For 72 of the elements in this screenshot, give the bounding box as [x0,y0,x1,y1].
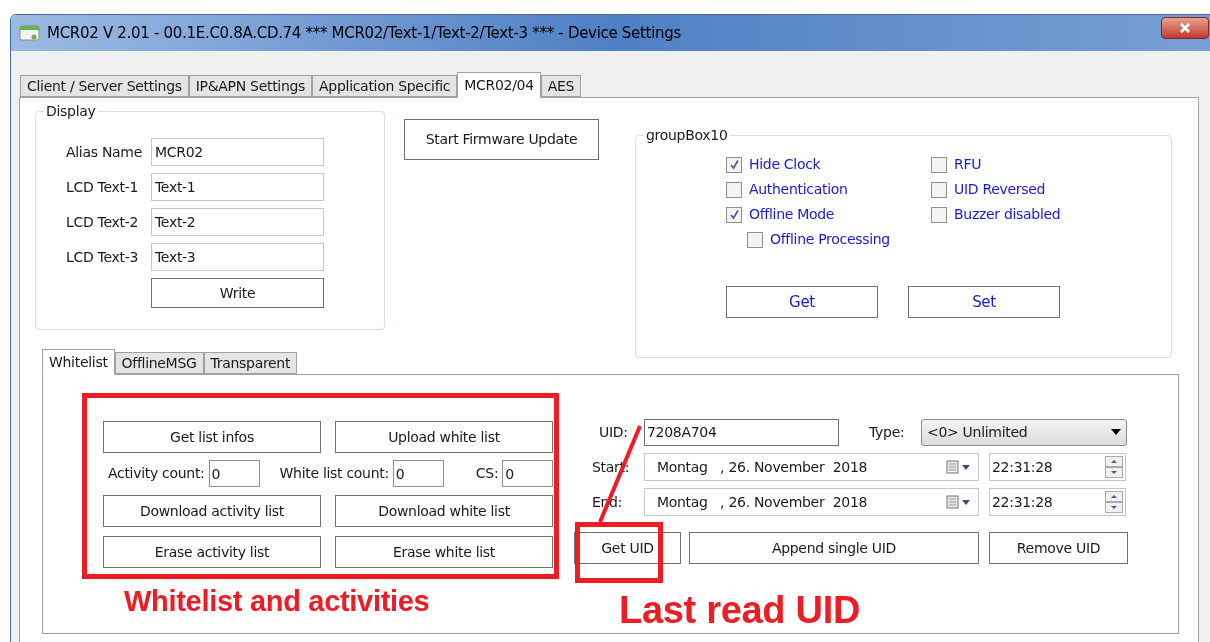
list-button[interactable]: Download activity list [103,495,321,527]
tab[interactable]: Client / Server Settings [20,75,189,97]
text-field[interactable]: Text-3 [151,243,324,271]
group-button[interactable]: Get [726,286,878,318]
checkbox-label: RFU [954,155,982,174]
count-field[interactable]: 0 [208,460,260,487]
text-field[interactable]: Text-2 [151,208,324,236]
field-label: LCD Text-3 [65,247,140,267]
count-field[interactable]: 0 [392,460,444,487]
calendar-icon [946,495,972,509]
checkbox[interactable] [931,206,947,223]
count-field[interactable]: 0 [502,460,554,487]
checkbox[interactable] [747,231,763,248]
list-button[interactable]: Erase activity list [103,536,321,568]
check-icon [728,209,740,220]
checkbox[interactable] [931,181,947,198]
write-button[interactable]: Write [151,278,324,308]
checkbox-label: Offline Mode [749,205,835,224]
window-icon [19,24,41,42]
tab[interactable]: MCR02/04 [457,72,541,98]
sub-tab[interactable]: OfflineMSG [114,352,204,374]
checkbox-label: Authentication [749,180,848,199]
dropdown-caret-icon [1111,429,1121,435]
calendar-icon [946,460,972,474]
field-label: LCD Text-2 [65,212,140,232]
group-button[interactable]: Set [908,286,1060,318]
checkbox[interactable] [931,156,947,173]
uid-button[interactable]: Get UID [574,532,681,564]
tab[interactable]: AES [540,75,582,97]
time-field[interactable]: 22:31:28 [989,488,1126,516]
type-dropdown[interactable]: <0> Unlimited [921,418,1127,446]
spinner-icon [1105,491,1123,513]
time-field[interactable]: 22:31:28 [989,453,1126,481]
list-button[interactable]: Get list infos [103,421,321,453]
field-label: UID: [598,422,629,442]
group-title: groupBox10 [645,126,729,145]
text-field[interactable]: MCR02 [151,138,324,166]
uid-button[interactable]: Remove UID [989,532,1128,564]
field-label: LCD Text-1 [65,177,140,197]
field-label: Alias Name [65,142,143,162]
uid-button[interactable]: Append single UID [689,532,979,564]
checkbox-label: Buzzer disabled [954,205,1061,224]
text-field[interactable]: Text-1 [151,173,324,201]
firmware-update-button[interactable]: Start Firmware Update [404,119,599,160]
list-button[interactable]: Upload white list [335,421,553,453]
checkbox-label: Offline Processing [770,230,890,249]
count-label: Activity count: [108,464,205,483]
group-title: Display [45,102,97,121]
sub-tab[interactable]: Transparent [203,352,298,374]
checkbox-label: Hide Clock [749,155,821,174]
count-label: White list count: [279,464,389,483]
date-picker[interactable]: Montag , 26. November 2018 [644,453,979,481]
tab[interactable]: Application Specific [312,75,458,97]
spinner-icon [1105,456,1123,478]
checkbox[interactable] [726,206,742,223]
field-label: Type: [869,422,906,442]
close-button[interactable] [1161,17,1209,39]
window-title: MCR02 V 2.01 - 00.1E.C0.8A.CD.74 *** MCR02/Text-1/Text-2/Text-3 *** - Device Settings [47,22,681,44]
checkbox[interactable] [726,181,742,198]
count-label: CS: [475,464,499,483]
sub-tab[interactable]: Whitelist [42,349,115,375]
checkbox[interactable] [726,156,742,173]
annotation-caption: Whitelist and activities [124,584,430,619]
check-icon [728,159,740,170]
list-button[interactable]: Download white list [335,495,553,527]
list-button[interactable]: Erase white list [335,536,553,568]
date-picker[interactable]: Montag , 26. November 2018 [644,488,979,516]
tab[interactable]: IP&APN Settings [188,75,313,97]
annotation-caption: Last read UID [619,588,861,633]
checkbox-label: UID Reversed [954,180,1046,199]
uid-field[interactable]: 7208A704 [644,418,839,446]
close-icon [1179,22,1191,34]
